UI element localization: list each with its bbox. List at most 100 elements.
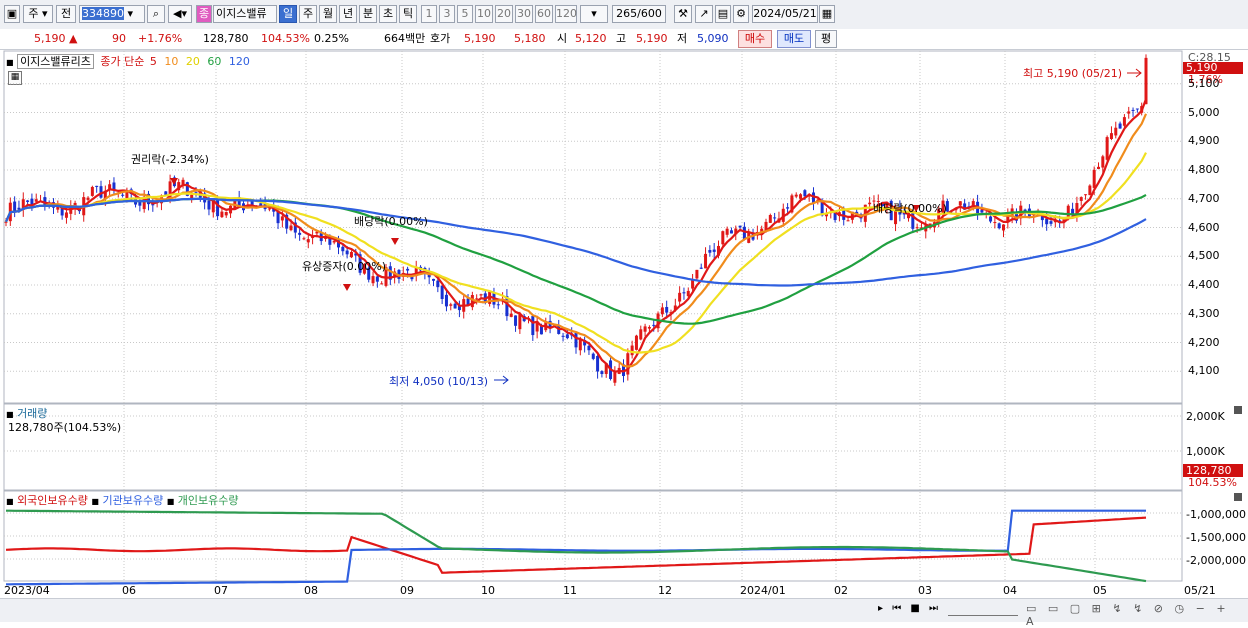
close-icon[interactable] — [1234, 493, 1242, 501]
stock-label[interactable]: 이지스밸류리츠 — [17, 54, 94, 69]
layout-icon[interactable]: ▣ — [4, 5, 20, 23]
calendar-icon[interactable]: ▦ — [819, 5, 835, 23]
candle-body — [846, 220, 850, 222]
candle-body — [17, 207, 21, 210]
ma-10: 10 — [164, 55, 179, 68]
candle-body — [462, 299, 466, 312]
x-tick: 02 — [834, 584, 848, 597]
interval-dropdown[interactable]: ▾ — [580, 5, 608, 23]
interval-120[interactable]: 120 — [555, 5, 577, 23]
stock-name[interactable]: 이지스밸류 — [213, 5, 277, 23]
sell-button[interactable]: 매도 — [777, 30, 811, 48]
candle-body — [989, 216, 993, 222]
max-annotation: 최고 5,190 (05/21) — [1023, 67, 1123, 80]
candle-body — [99, 186, 103, 198]
interval-1[interactable]: 1 — [421, 5, 437, 23]
candle-body — [1131, 109, 1135, 111]
candle-body — [242, 203, 245, 211]
candle-body — [552, 325, 556, 327]
candle-body — [306, 239, 310, 243]
tab-minute[interactable]: 분 — [359, 5, 377, 23]
ma-label[interactable]: 종가 단순 — [100, 55, 144, 68]
candle-body — [786, 207, 790, 209]
code-field[interactable]: 334890 ▾ — [79, 5, 145, 23]
volume-value: 128,780주(104.53%) — [8, 421, 122, 434]
interval-30[interactable]: 30 — [515, 5, 533, 23]
candle-body — [298, 232, 302, 235]
save-icon[interactable]: ▤ — [715, 5, 731, 23]
tab-second[interactable]: 초 — [379, 5, 397, 23]
candle-body — [850, 211, 854, 220]
candle-body — [21, 199, 25, 210]
holding-s3: 개인보유수량 — [177, 494, 239, 507]
candle-body — [280, 216, 284, 221]
tab-tick[interactable]: 틱 — [399, 5, 417, 23]
buy-button[interactable]: 매수 — [738, 30, 772, 48]
candle-body — [570, 334, 574, 336]
search-icon[interactable]: ⌕ — [147, 5, 165, 23]
candle-body — [967, 206, 971, 208]
price-panel-border — [3, 50, 1183, 404]
candle-body — [285, 214, 289, 229]
candle-body — [155, 200, 159, 203]
candle-body — [734, 228, 738, 235]
nav-controls[interactable]: ▸ ⏮ ■ ⏭ — [878, 603, 941, 614]
candle-body — [1036, 210, 1040, 216]
candle-body — [993, 222, 997, 224]
ma-line-120 — [4, 197, 1147, 287]
candle-body — [1088, 185, 1092, 196]
holding-s1: 외국인보유수량 — [17, 494, 88, 507]
candle-body — [777, 218, 781, 223]
candle-body — [125, 192, 129, 199]
interval-60[interactable]: 60 — [535, 5, 553, 23]
interval-3[interactable]: 3 — [439, 5, 455, 23]
candle-body — [332, 240, 336, 243]
x-tick: 03 — [918, 584, 932, 597]
compare-icon[interactable]: ⚒ — [674, 5, 692, 23]
speaker-icon[interactable]: ◀▾ — [168, 5, 192, 23]
candle-body — [824, 213, 828, 217]
all-button[interactable]: 전 — [56, 5, 76, 23]
scroll-slider[interactable] — [948, 603, 1018, 616]
candle-body — [475, 298, 479, 300]
candle-body — [1075, 203, 1079, 217]
close-icon[interactable] — [1234, 406, 1242, 414]
candle-body — [185, 182, 189, 196]
candle-body — [634, 335, 638, 350]
mode-select[interactable]: 주 ▾ — [23, 5, 53, 23]
candle-body — [337, 239, 340, 248]
count-field[interactable]: 265/600 — [612, 5, 666, 23]
interval-20[interactable]: 20 — [495, 5, 513, 23]
price-tick: 4,800 — [1188, 163, 1220, 176]
candle-body — [345, 250, 349, 255]
avg-button[interactable]: 평 — [815, 30, 837, 48]
candle-body — [591, 353, 595, 359]
x-tick: 12 — [658, 584, 672, 597]
candle-body — [8, 202, 12, 222]
candle-body — [738, 225, 742, 228]
tab-month[interactable]: 월 — [319, 5, 337, 23]
panel-bullet-icon: ■ — [91, 497, 99, 506]
x-tick: 04 — [1003, 584, 1017, 597]
holding-s2: 기관보유수량 — [102, 494, 164, 507]
table-toggle-icon[interactable]: ▦ — [8, 71, 22, 85]
interval-10[interactable]: 10 — [475, 5, 493, 23]
tab-year[interactable]: 년 — [339, 5, 357, 23]
tab-week[interactable]: 주 — [299, 5, 317, 23]
ma-5: 5 — [149, 55, 157, 68]
candle-body — [768, 215, 772, 223]
interval-5[interactable]: 5 — [457, 5, 473, 23]
date-field[interactable]: 2024/05/21 — [752, 5, 818, 23]
tab-day[interactable]: 일 — [279, 5, 297, 23]
individual-holding-line — [6, 509, 1147, 583]
candle-body — [924, 225, 928, 232]
candle-body — [613, 370, 617, 383]
x-tick: 07 — [214, 584, 228, 597]
panel-bullet-icon: ■ — [6, 410, 14, 419]
draw-icon[interactable]: ↗ — [695, 5, 713, 23]
tool-icons[interactable]: ▭ ▭ ▢ ⊞ ↯ ↯ ⊘ ◷ − + A — [1026, 602, 1248, 628]
candle-body — [276, 211, 280, 224]
gear-icon[interactable]: ⚙ — [733, 5, 749, 23]
candle-body — [807, 193, 811, 196]
candle-body — [90, 186, 94, 196]
